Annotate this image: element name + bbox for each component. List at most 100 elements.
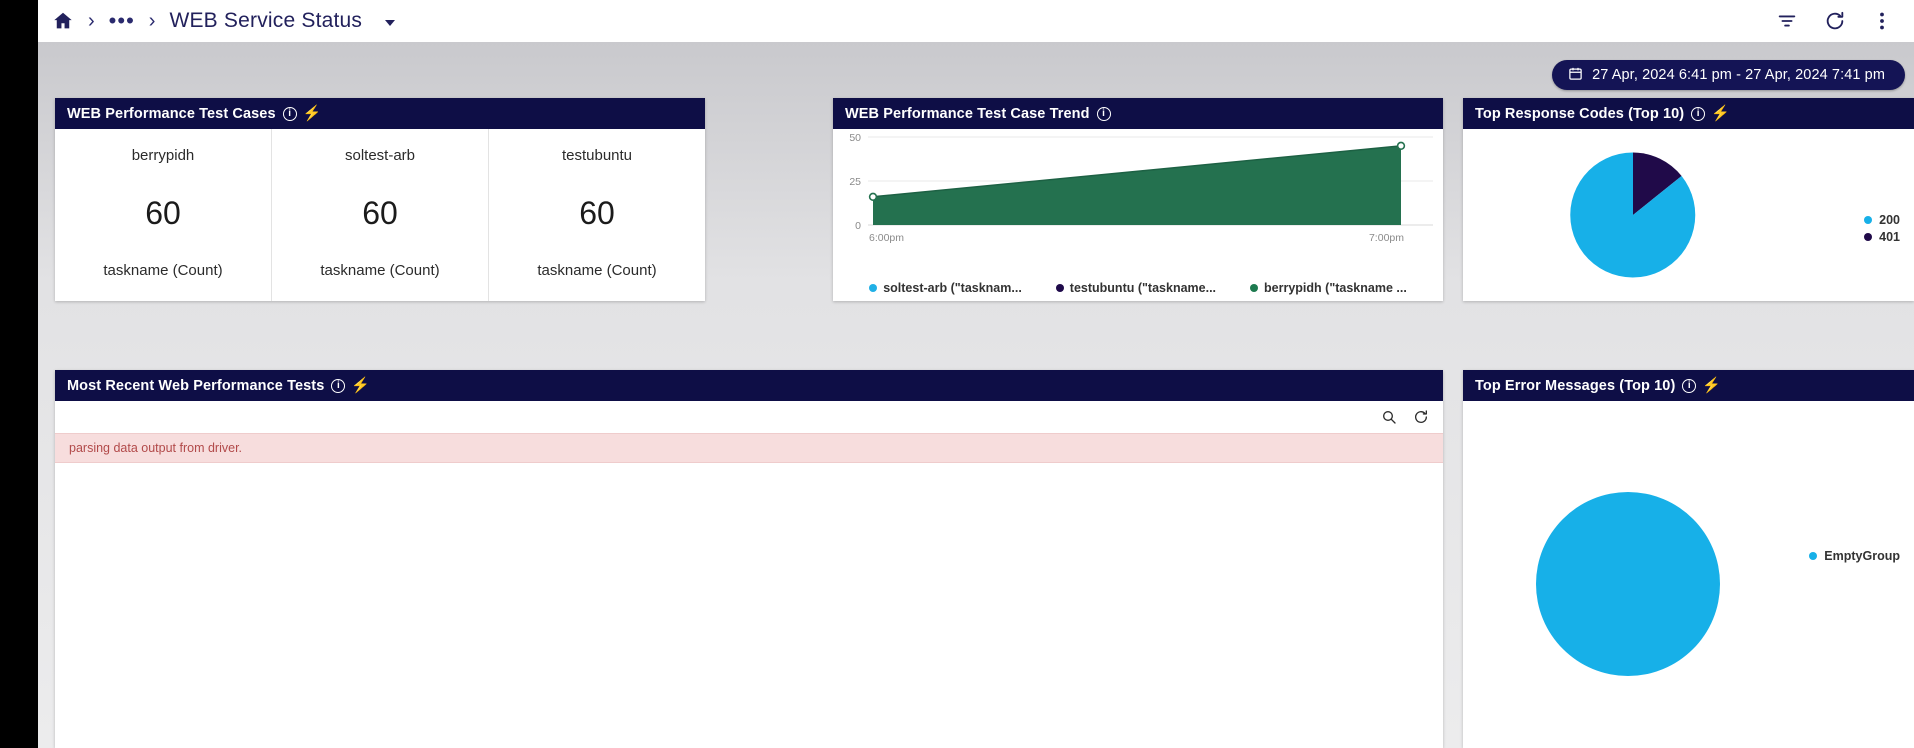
y-tick-label: 50 xyxy=(849,132,861,144)
chart-legend: soltest-arb ("tasknam... testubuntu ("ta… xyxy=(833,281,1443,295)
page-title: WEB Service Status xyxy=(169,9,363,32)
lightning-bolt-icon[interactable]: ⚡ xyxy=(1711,106,1730,121)
pie-legend: 200 401 xyxy=(1864,213,1900,244)
calendar-icon xyxy=(1568,66,1583,85)
panel-header: WEB Performance Test Case Trend i xyxy=(833,98,1443,129)
data-point xyxy=(1396,141,1406,150)
pie-slice-emptygroup xyxy=(1536,491,1720,676)
y-tick-label: 0 xyxy=(855,220,861,232)
breadcrumb-ellipsis[interactable]: ••• xyxy=(109,10,135,32)
stat-cell[interactable]: testubuntu 60 taskname (Count) xyxy=(489,129,705,301)
panel-header: Top Error Messages (Top 10) i ⚡ xyxy=(1463,370,1914,401)
pie-chart-response-codes[interactable] xyxy=(1483,129,1783,301)
legend-item[interactable]: berrypidh ("taskname ... xyxy=(1250,281,1407,295)
area-series-berrypidh xyxy=(873,145,1401,225)
panel-header-icons: i ⚡ xyxy=(1691,106,1730,121)
legend-color-swatch xyxy=(1250,284,1259,292)
stat-value: 60 xyxy=(145,194,181,231)
response-codes-chart-body: 200 401 xyxy=(1463,129,1914,301)
refresh-icon[interactable] xyxy=(1824,10,1846,32)
pie-legend: EmptyGroup xyxy=(1809,549,1900,563)
panel-title: WEB Performance Test Case Trend xyxy=(845,105,1090,122)
legend-item[interactable]: testubuntu ("taskname... xyxy=(1055,281,1217,295)
panel-title: Top Response Codes (Top 10) xyxy=(1475,105,1685,122)
panel-title: WEB Performance Test Cases xyxy=(67,105,276,122)
stat-name: berrypidh xyxy=(131,147,195,164)
filter-icon[interactable] xyxy=(1776,10,1798,32)
area-chart[interactable]: 50 25 0 6:00pm 7:00pm xyxy=(833,129,1443,264)
info-icon[interactable]: i xyxy=(1682,378,1697,393)
stat-label: taskname (Count) xyxy=(320,262,440,279)
breadcrumb-separator-1: › xyxy=(88,10,95,32)
pie-chart-error-messages[interactable] xyxy=(1473,426,1803,746)
panel-title: Top Error Messages (Top 10) xyxy=(1475,377,1676,394)
breadcrumb-separator-2: › xyxy=(148,10,156,32)
refresh-icon[interactable] xyxy=(1413,409,1429,425)
stat-cell[interactable]: soltest-arb 60 taskname (Count) xyxy=(272,129,489,301)
legend-item[interactable]: 200 xyxy=(1864,213,1900,227)
legend-color-swatch xyxy=(1864,233,1873,241)
lightning-bolt-icon[interactable]: ⚡ xyxy=(1702,378,1721,393)
panel-header: WEB Performance Test Cases i ⚡ xyxy=(55,98,705,129)
recent-tests-body: parsing data output from driver. xyxy=(55,401,1443,748)
stat-value: 60 xyxy=(362,194,398,231)
stat-label: taskname (Count) xyxy=(103,262,223,279)
panel-header-icons: i ⚡ xyxy=(1682,378,1721,393)
panel-web-performance-test-case-trend: WEB Performance Test Case Trend i 50 25 … xyxy=(833,98,1443,301)
legend-label: testubuntu ("taskname... xyxy=(1069,281,1217,295)
x-tick-label: 6:00pm xyxy=(869,232,904,244)
breadcrumb: › ••• › WEB Service Status xyxy=(38,9,396,33)
date-range-label: 27 Apr, 2024 6:41 pm - 27 Apr, 2024 7:41… xyxy=(1592,67,1885,83)
y-tick-label: 25 xyxy=(849,176,861,188)
trend-chart-body: 50 25 0 6:00pm 7:00pm soltest-arb ("task xyxy=(833,129,1443,301)
error-message-row: parsing data output from driver. xyxy=(55,433,1443,463)
error-messages-chart-body: EmptyGroup xyxy=(1463,401,1914,748)
more-vertical-icon[interactable] xyxy=(1872,10,1892,32)
chevron-down-icon[interactable] xyxy=(385,19,396,26)
legend-label: EmptyGroup xyxy=(1824,549,1900,563)
panel-header: Top Response Codes (Top 10) i ⚡ xyxy=(1463,98,1914,129)
top-bar: › ••• › WEB Service Status xyxy=(38,0,1914,42)
legend-item[interactable]: soltest-arb ("tasknam... xyxy=(869,281,1022,295)
legend-label: 401 xyxy=(1879,230,1900,244)
legend-color-swatch xyxy=(1864,216,1873,224)
stat-name: soltest-arb xyxy=(344,147,416,164)
app-root: › ••• › WEB Service Status 27 Apr, 2024 … xyxy=(0,0,1914,748)
stat-cell[interactable]: berrypidh 60 taskname (Count) xyxy=(55,129,272,301)
data-point xyxy=(868,192,878,202)
legend-color-swatch xyxy=(869,284,878,292)
legend-item[interactable]: 401 xyxy=(1864,230,1900,244)
legend-item[interactable]: EmptyGroup xyxy=(1809,549,1900,563)
stat-cells: berrypidh 60 taskname (Count) soltest-ar… xyxy=(55,129,705,301)
panel-top-response-codes: Top Response Codes (Top 10) i ⚡ 200 401 xyxy=(1463,98,1914,301)
top-bar-actions xyxy=(1776,10,1914,32)
lightning-bolt-icon[interactable]: ⚡ xyxy=(351,378,370,393)
panel-top-error-messages: Top Error Messages (Top 10) i ⚡ EmptyGro… xyxy=(1463,370,1914,748)
legend-color-swatch xyxy=(1809,552,1818,560)
panel-header-icons: i xyxy=(1096,106,1111,121)
panel-most-recent-web-performance-tests: Most Recent Web Performance Tests i ⚡ pa… xyxy=(55,370,1443,748)
table-toolbar xyxy=(55,401,1443,433)
date-range-picker[interactable]: 27 Apr, 2024 6:41 pm - 27 Apr, 2024 7:41… xyxy=(1552,60,1905,90)
lightning-bolt-icon[interactable]: ⚡ xyxy=(303,106,322,121)
legend-label: berrypidh ("taskname ... xyxy=(1264,281,1407,295)
panel-header-icons: i ⚡ xyxy=(282,106,322,121)
panel-header-icons: i ⚡ xyxy=(331,378,370,393)
dashboard-content: 27 Apr, 2024 6:41 pm - 27 Apr, 2024 7:41… xyxy=(38,42,1914,748)
legend-color-swatch xyxy=(1055,284,1064,292)
home-icon[interactable] xyxy=(52,10,74,32)
info-icon[interactable]: i xyxy=(331,378,346,393)
legend-label: 200 xyxy=(1879,213,1900,227)
search-icon[interactable] xyxy=(1381,409,1397,425)
info-icon[interactable]: i xyxy=(1691,106,1706,121)
stat-value: 60 xyxy=(579,194,615,231)
legend-label: soltest-arb ("tasknam... xyxy=(883,281,1022,295)
info-icon[interactable]: i xyxy=(1096,106,1111,121)
info-icon[interactable]: i xyxy=(282,106,297,121)
table-empty-area xyxy=(55,463,1443,748)
stat-name: testubuntu xyxy=(561,147,633,164)
panel-title: Most Recent Web Performance Tests xyxy=(67,377,325,394)
panel-header: Most Recent Web Performance Tests i ⚡ xyxy=(55,370,1443,401)
stat-label: taskname (Count) xyxy=(537,262,657,279)
x-tick-label: 7:00pm xyxy=(1369,232,1404,244)
